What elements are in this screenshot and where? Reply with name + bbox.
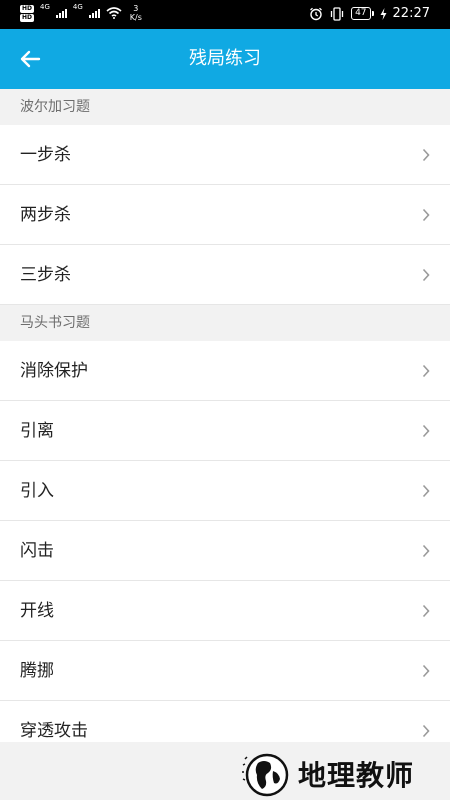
- battery-icon: 47: [351, 7, 374, 20]
- app-bar: 残局练习: [0, 29, 450, 89]
- hd-badge-bottom: HD: [20, 13, 35, 22]
- list-item-x-ray-attack[interactable]: 穿透攻击: [0, 701, 450, 742]
- network-speed-unit: K/s: [129, 13, 142, 22]
- charging-icon: [380, 7, 387, 20]
- battery-level: 47: [351, 7, 371, 20]
- list-item-label: 腾挪: [20, 661, 54, 681]
- signal-icon-2: [88, 8, 100, 18]
- list-item-label: 引入: [20, 481, 54, 501]
- clock: 22:27: [392, 6, 430, 21]
- signal-icon-1: [55, 8, 67, 18]
- chevron-right-icon: [422, 208, 430, 222]
- section-header-horse-head-book: 马头书习题: [0, 305, 450, 341]
- vibrate-icon: [330, 6, 344, 21]
- hd-indicator: HD HD: [20, 4, 35, 22]
- list-item-label: 消除保护: [20, 361, 88, 381]
- list-item-one-move-mate[interactable]: 一步杀: [0, 125, 450, 185]
- list-item-discovered-attack[interactable]: 闪击: [0, 521, 450, 581]
- list-item-three-move-mate[interactable]: 三步杀: [0, 245, 450, 305]
- wifi-icon: [106, 7, 122, 19]
- network-speed-value: 3: [133, 4, 139, 13]
- chevron-right-icon: [422, 544, 430, 558]
- status-right-icons: 47 22:27: [309, 6, 430, 21]
- watermark: 地理教师: [240, 748, 414, 800]
- network-speed: 3 K/s: [130, 4, 142, 22]
- page-title: 残局练习: [189, 48, 261, 69]
- list-item-clearance[interactable]: 腾挪: [0, 641, 450, 701]
- chevron-right-icon: [422, 724, 430, 738]
- list-item-decoy[interactable]: 引入: [0, 461, 450, 521]
- chevron-right-icon: [422, 268, 430, 282]
- back-button[interactable]: [14, 43, 46, 75]
- chevron-right-icon: [422, 664, 430, 678]
- list-item-label: 两步杀: [20, 205, 71, 225]
- list-item-line-opening[interactable]: 开线: [0, 581, 450, 641]
- status-left-icons: HD HD 4G 4G 3 K/s: [20, 4, 142, 22]
- arrow-left-icon: [20, 50, 41, 68]
- list-item-remove-defender[interactable]: 消除保护: [0, 341, 450, 401]
- list-item-two-move-mate[interactable]: 两步杀: [0, 185, 450, 245]
- chevron-right-icon: [422, 148, 430, 162]
- chevron-right-icon: [422, 604, 430, 618]
- alarm-icon: [310, 7, 323, 20]
- network-type-2: 4G: [72, 3, 83, 11]
- list-item-deflection[interactable]: 引离: [0, 401, 450, 461]
- globe-logo-icon: [242, 753, 289, 797]
- list-item-label: 三步杀: [20, 265, 71, 285]
- list-item-label: 闪击: [20, 541, 54, 561]
- chevron-right-icon: [422, 364, 430, 378]
- watermark-text: 地理教师: [298, 759, 415, 792]
- chevron-right-icon: [422, 484, 430, 498]
- hd-badge-top: HD: [20, 4, 35, 13]
- list-item-label: 开线: [20, 601, 54, 621]
- list-item-label: 穿透攻击: [20, 721, 88, 741]
- list-item-label: 一步杀: [20, 145, 71, 165]
- status-bar: HD HD 4G 4G 3 K/s 47 22:27: [0, 0, 450, 29]
- chevron-right-icon: [422, 424, 430, 438]
- list-item-label: 引离: [20, 421, 54, 441]
- network-type-1: 4G: [40, 3, 50, 11]
- section-header-polgar: 波尔加习题: [0, 89, 450, 125]
